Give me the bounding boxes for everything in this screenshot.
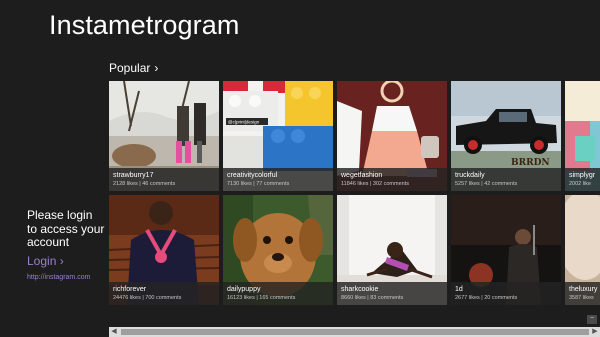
photo-tile-dailypuppy[interactable]: dailypuppy 16123 likes | 165 comments (223, 195, 333, 305)
photo-tile-sharkcookie[interactable]: sharkcookie 8660 likes | 83 comments (337, 195, 447, 305)
photo-tile-simplygr[interactable]: simplygr 2002 like (565, 81, 600, 191)
chevron-right-icon: › (154, 61, 159, 75)
scroll-left-icon[interactable]: ◀ (109, 327, 119, 337)
app-window: Instametrogram Please login to access yo… (0, 0, 600, 337)
tile-caption: creativitycolorful 7130 likes | 77 comme… (223, 168, 333, 191)
scrollbar-thumb[interactable] (121, 329, 589, 335)
tile-stats: 16123 likes | 165 comments (227, 295, 296, 301)
tile-stats: 2128 likes | 46 comments (113, 181, 176, 187)
tile-username: theluxury (569, 286, 598, 293)
login-prompt: Please login to access your account (27, 208, 105, 249)
tile-caption: simplygr 2002 like (565, 168, 600, 191)
tile-caption: wegetfashion 11846 likes | 302 comments (337, 168, 447, 191)
horizontal-scrollbar[interactable]: ◀ ▶ (109, 327, 600, 337)
scroll-right-icon[interactable]: ▶ (590, 327, 600, 337)
tile-stats: 2002 like (569, 181, 592, 187)
tile-caption: truckdaily 5257 likes | 42 comments (451, 168, 561, 191)
tile-stats: 3587 likes (569, 295, 594, 301)
tile-caption: strawburry17 2128 likes | 46 comments (109, 168, 219, 191)
tile-username: dailypuppy (227, 286, 261, 293)
tile-caption: 1d 2677 likes | 20 comments (451, 282, 561, 305)
section-title: Popular (109, 61, 151, 75)
photo-tile-strawburry17[interactable]: strawburry17 2128 likes | 46 comments (109, 81, 219, 191)
tile-stats: 11846 likes | 302 comments (341, 181, 409, 187)
tile-username: creativitycolorful (227, 172, 278, 179)
minimize-button[interactable]: − (587, 315, 597, 324)
photo-tile-wegetfashion[interactable]: wegetfashion 11846 likes | 302 comments (337, 81, 447, 191)
photo-watermark-text: BRRDN (511, 158, 550, 168)
tile-caption: dailypuppy 16123 likes | 165 comments (223, 282, 333, 305)
photo-tile-richforever[interactable]: richforever 24476 likes | 700 comments (109, 195, 219, 305)
popular-section-heading[interactable]: Popular › (109, 61, 158, 75)
login-link[interactable]: Login › (27, 254, 105, 268)
photo-tile-truckdaily[interactable]: BRRDN truckdaily 5257 likes | 42 comment… (451, 81, 561, 191)
tile-stats: 2677 likes | 20 comments (455, 295, 518, 301)
photo-tile-1d[interactable]: 1d 2677 likes | 20 comments (451, 195, 561, 305)
photo-tile-theluxury[interactable]: theluxury 3587 likes (565, 195, 600, 305)
tile-caption: sharkcookie 8660 likes | 83 comments (337, 282, 447, 305)
tile-stats: 8660 likes | 83 comments (341, 295, 404, 301)
chevron-right-icon: › (59, 253, 64, 268)
app-title: Instametrogram (49, 10, 240, 40)
tile-username: simplygr (569, 172, 596, 179)
tile-username: 1d (455, 286, 463, 293)
instagram-url-link[interactable]: http://instagram.com (27, 274, 105, 281)
tile-username: strawburry17 (113, 172, 154, 179)
photo-tile-creativitycolorful[interactable]: @c|print|design creativitycolorful 7130 … (223, 81, 333, 191)
tile-stats: 24476 likes | 700 comments (113, 295, 182, 301)
tile-username: sharkcookie (341, 286, 379, 293)
photo-tag-text: @c|print|design (228, 120, 260, 125)
tile-stats: 7130 likes | 77 comments (227, 181, 290, 187)
tile-stats: 5257 likes | 42 comments (455, 181, 518, 187)
tile-username: wegetfashion (341, 172, 383, 179)
photo-grid: strawburry17 2128 likes | 46 comments @c… (109, 81, 600, 305)
login-link-label: Login (27, 253, 57, 268)
tile-username: truckdaily (455, 172, 485, 179)
tile-caption: richforever 24476 likes | 700 comments (109, 282, 219, 305)
tile-caption: theluxury 3587 likes (565, 282, 600, 305)
login-panel: Please login to access your account Logi… (27, 208, 105, 281)
tile-username: richforever (113, 286, 147, 293)
